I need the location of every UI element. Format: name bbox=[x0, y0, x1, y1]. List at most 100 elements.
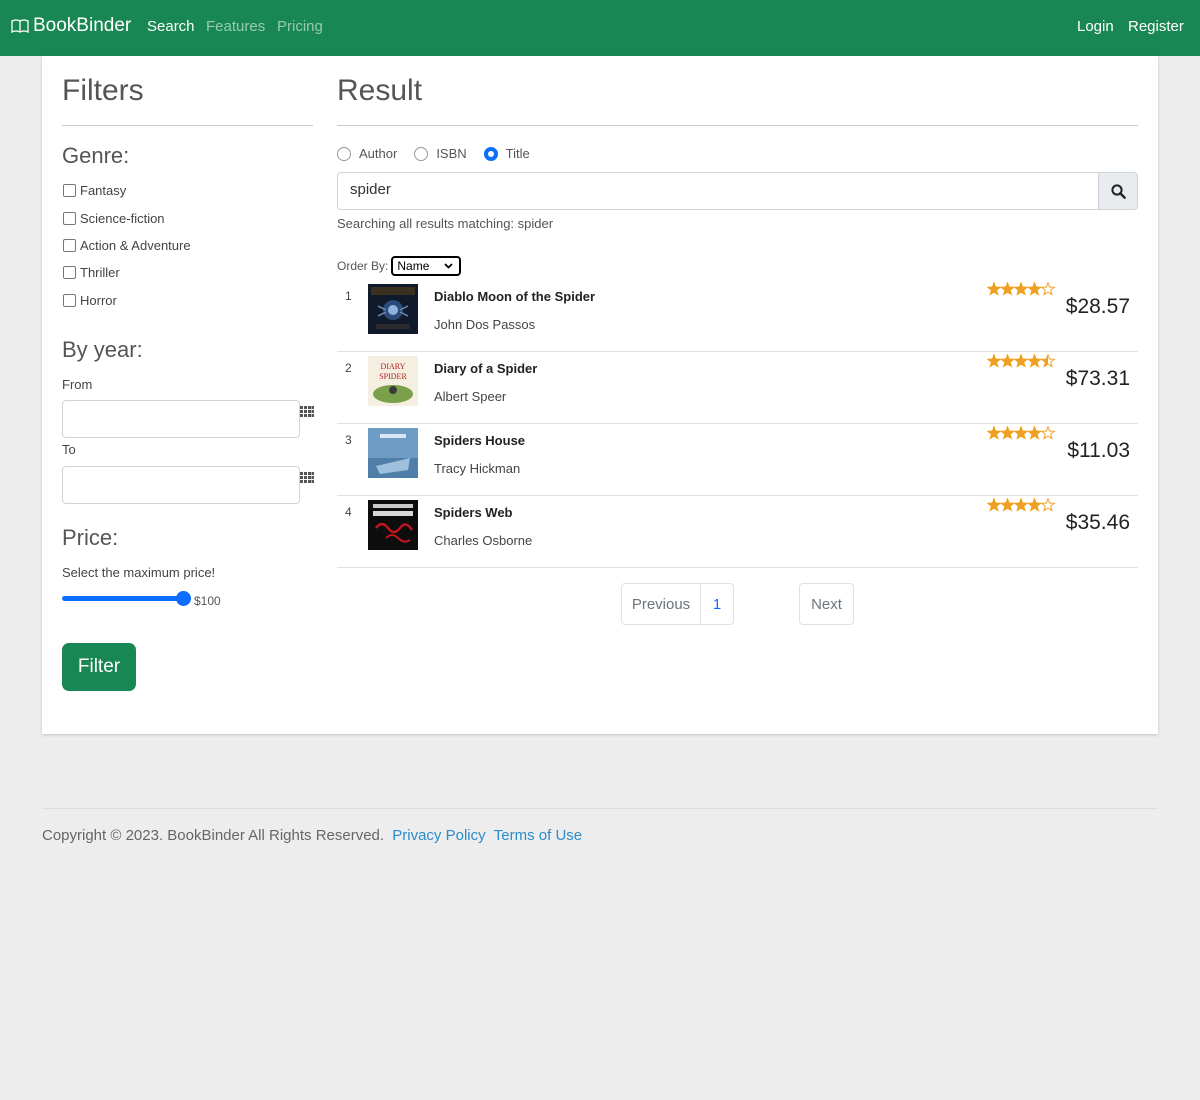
genre-thriller[interactable]: Thriller bbox=[62, 265, 120, 280]
star-icon bbox=[1040, 282, 1056, 296]
book-title[interactable]: Spiders Web bbox=[434, 505, 513, 520]
login-link[interactable]: Login bbox=[1077, 18, 1114, 35]
rating-stars bbox=[987, 426, 1056, 440]
book-title[interactable]: Diablo Moon of the Spider bbox=[434, 289, 595, 304]
book-title[interactable]: Diary of a Spider bbox=[434, 361, 537, 376]
to-date-input[interactable] bbox=[62, 466, 300, 504]
star-icon bbox=[1040, 426, 1056, 440]
register-link[interactable]: Register bbox=[1128, 18, 1184, 35]
book-price: $73.31 bbox=[1065, 367, 1130, 390]
rating-stars bbox=[987, 282, 1056, 296]
star-icon bbox=[1013, 426, 1029, 440]
privacy-policy-link[interactable]: Privacy Policy bbox=[392, 827, 485, 844]
order-by-select[interactable]: Name bbox=[391, 256, 462, 276]
book-cover-image[interactable] bbox=[368, 284, 418, 334]
book-icon bbox=[11, 19, 29, 33]
book-cover-image[interactable] bbox=[368, 428, 418, 478]
filter-button[interactable]: Filter bbox=[62, 643, 136, 691]
genre-horror[interactable]: Horror bbox=[62, 293, 117, 308]
previous-page-button[interactable]: Previous bbox=[621, 583, 701, 625]
main-card: Filters Genre: Fantasy Science-fiction A… bbox=[42, 56, 1158, 734]
book-cover-image[interactable]: DIARY SPIDER bbox=[368, 356, 418, 406]
brand-logo[interactable]: BookBinder bbox=[11, 15, 131, 37]
genre-fantasy[interactable]: Fantasy bbox=[62, 183, 126, 198]
filters-divider bbox=[62, 125, 313, 126]
book-index: 4 bbox=[345, 505, 352, 519]
search-icon bbox=[1110, 183, 1126, 199]
svg-text:SPIDER: SPIDER bbox=[379, 372, 407, 381]
isbn-radio-label[interactable]: ISBN bbox=[436, 146, 466, 161]
book-title[interactable]: Spiders House bbox=[434, 433, 525, 448]
book-index: 2 bbox=[345, 361, 352, 375]
author-radio-label[interactable]: Author bbox=[359, 146, 397, 161]
max-price-slider[interactable] bbox=[62, 588, 191, 608]
nav-pricing[interactable]: Pricing bbox=[277, 18, 323, 35]
book-cover-image[interactable] bbox=[368, 500, 418, 550]
price-hint: Select the maximum price! bbox=[62, 565, 216, 580]
star-icon bbox=[1026, 426, 1043, 440]
terms-of-use-link[interactable]: Terms of Use bbox=[494, 827, 582, 844]
genre-heading: Genre: bbox=[62, 143, 130, 168]
book-author: Charles Osborne bbox=[434, 533, 533, 548]
star-icon bbox=[987, 354, 1002, 368]
star-icon bbox=[1013, 498, 1029, 512]
from-label: From bbox=[62, 377, 93, 392]
chevron-down-icon bbox=[444, 263, 453, 269]
book-row[interactable]: 1 Diablo Moon of the Spider John Dos Pas… bbox=[337, 280, 1138, 352]
title-radio[interactable] bbox=[483, 146, 498, 161]
star-icon bbox=[1013, 354, 1029, 368]
order-by-label: Order By: bbox=[337, 259, 389, 273]
genre-action-adventure[interactable]: Action & Adventure bbox=[62, 238, 191, 253]
brand-name: BookBinder bbox=[33, 15, 132, 36]
from-date-input[interactable] bbox=[62, 400, 300, 438]
next-page-button[interactable]: Next bbox=[799, 583, 854, 625]
book-row[interactable]: 2 DIARY SPIDER Diary of a Spider Albert … bbox=[337, 352, 1138, 424]
footer-divider bbox=[42, 808, 1158, 809]
search-input[interactable]: spider bbox=[337, 172, 1099, 210]
calendar-grid-icon[interactable] bbox=[300, 406, 314, 418]
genre-science-fiction[interactable]: Science-fiction bbox=[62, 211, 165, 226]
to-label: To bbox=[62, 442, 76, 457]
action-adventure-checkbox[interactable] bbox=[63, 239, 76, 252]
svg-text:DIARY: DIARY bbox=[381, 362, 406, 371]
copyright-text: Copyright © 2023. BookBinder All Rights … bbox=[42, 827, 385, 844]
book-row[interactable]: 4 Spiders Web Charles Osborne $35.46 bbox=[337, 496, 1138, 568]
title-radio-label[interactable]: Title bbox=[506, 146, 530, 161]
book-index: 1 bbox=[345, 289, 352, 303]
book-price: $35.46 bbox=[1065, 511, 1130, 534]
rating-stars bbox=[987, 354, 1056, 368]
nav-search[interactable]: Search bbox=[147, 18, 195, 35]
price-value: $100 bbox=[194, 594, 221, 608]
star-icon bbox=[1013, 282, 1029, 296]
star-icon bbox=[999, 354, 1016, 368]
star-icon bbox=[1026, 354, 1043, 368]
book-author: Albert Speer bbox=[434, 389, 507, 404]
book-index: 3 bbox=[345, 433, 352, 447]
science-fiction-checkbox[interactable] bbox=[63, 212, 76, 225]
book-author: John Dos Passos bbox=[434, 317, 536, 332]
thriller-checkbox[interactable] bbox=[63, 266, 76, 279]
slider-thumb[interactable] bbox=[176, 591, 191, 606]
star-icon bbox=[999, 282, 1016, 296]
top-navbar: BookBinder Search Features Pricing Login… bbox=[0, 0, 1200, 56]
star-icon bbox=[1026, 282, 1043, 296]
search-type-group: Author ISBN Title bbox=[337, 146, 547, 161]
filters-heading: Filters bbox=[62, 74, 144, 107]
page-1-button[interactable]: 1 bbox=[700, 583, 734, 625]
fantasy-checkbox[interactable] bbox=[63, 184, 76, 197]
footer: Copyright © 2023. BookBinder All Rights … bbox=[42, 827, 582, 844]
horror-checkbox[interactable] bbox=[63, 294, 76, 307]
author-radio[interactable] bbox=[337, 146, 351, 161]
nav-features[interactable]: Features bbox=[206, 18, 265, 35]
isbn-radio[interactable] bbox=[414, 146, 429, 161]
star-icon bbox=[987, 282, 1002, 296]
calendar-grid-icon[interactable] bbox=[300, 472, 314, 484]
search-button[interactable] bbox=[1098, 172, 1138, 210]
book-row[interactable]: 3 Spiders House Tracy Hickman $11.03 bbox=[337, 424, 1138, 496]
row-divider bbox=[337, 567, 1138, 568]
book-author: Tracy Hickman bbox=[434, 461, 521, 476]
star-icon bbox=[987, 498, 1002, 512]
star-icon bbox=[999, 498, 1016, 512]
star-icon bbox=[1040, 498, 1056, 512]
search-status: Searching all results matching: spider bbox=[337, 216, 554, 231]
